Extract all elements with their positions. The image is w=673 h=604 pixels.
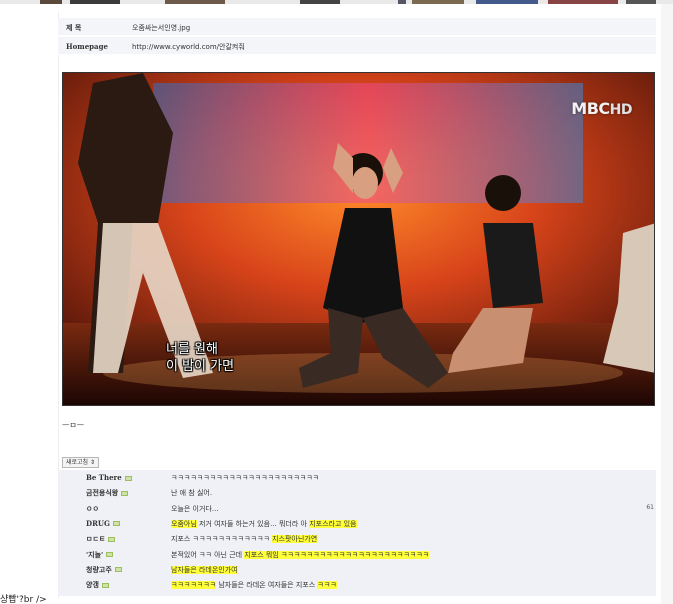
profile-icon[interactable] [114,567,122,573]
comment-row: 청량고주 남자들은 라데온인가여 [58,562,656,577]
comment-text: ㅋㅋㅋㅋㅋㅋㅋ 남자들은 라데온 여자들은 지포스 ㅋㅋㅋ [171,580,337,590]
comment-author[interactable]: 청량고주 [86,565,122,575]
comment-author-name: Be There [86,473,122,482]
comment-text-segment: 난 애 참 싫어. [171,489,213,498]
comment-author-name: ㅇㅇ [86,504,99,513]
comment-text: 남자들은 라데온인가여 [171,565,238,575]
homepage-link[interactable]: http://www.cyworld.com/안갈켜줘 [132,42,245,52]
highlighted-text: ㅋㅋㅋㅋㅋㅋㅋ [171,581,217,590]
comment-author-name: ㅁㄷㅌ [86,535,106,544]
highlighted-text: 남자들은 라데온인가여 [171,565,238,574]
profile-icon[interactable] [121,490,129,496]
comment-text: ㅋㅋㅋㅋㅋㅋㅋㅋㅋㅋㅋㅋㅋㅋㅋㅋㅋㅋㅋㅋㅋㅋㅋ [171,473,319,483]
profile-icon[interactable] [112,521,120,527]
comment-row: ㅇㅇ 오늘은 이거다... 61 [58,501,656,516]
subtitle-line-2: 이 밤이 가면 [166,359,235,374]
comment-author[interactable]: ㅇㅇ [86,504,99,514]
comment-text: 오줌아님 저거 여자들 하는거 있음... 뭐더라 아 지포스라고 있음 [171,519,357,529]
comment-author[interactable]: DRUG [86,519,120,528]
comment-list: Be There ㅋㅋㅋㅋㅋㅋㅋㅋㅋㅋㅋㅋㅋㅋㅋㅋㅋㅋㅋㅋㅋㅋㅋ 금전용식왕 난 애 … [58,470,656,596]
left-gutter [0,4,58,604]
post-caption: ㅡㅁㅡ [62,421,85,430]
comment-author[interactable]: 금전용식왕 [86,488,129,498]
comment-author[interactable]: ㅁㄷㅌ [86,534,116,544]
left-edge-text: 샹빱'?br /> [0,595,47,604]
homepage-row: Homepage http://www.cyworld.com/안갈켜줘 [58,37,656,55]
profile-icon[interactable] [124,475,132,481]
profile-icon[interactable] [106,552,114,557]
highlighted-text: 지포스 뭐임 ㅋㅋㅋㅋㅋㅋㅋㅋㅋㅋㅋㅋㅋㅋㅋㅋㅋㅋㅋㅋㅋㅋㅋ [244,550,430,559]
comment-author-name: 양갱 [86,581,99,590]
subtitle-line-1: 너를 원해 [166,342,218,357]
comment-text-segment: 본적있어 ㅋㅋ 아닌 근데 [171,550,245,559]
title-row: 제 목 오줌싸는서인영.jpg [58,18,656,36]
profile-icon[interactable] [108,536,116,542]
highlighted-text: 지포스라고 있음 [309,519,357,528]
comment-row: 양갱 ㅋㅋㅋㅋㅋㅋㅋ 남자들은 라데온 여자들은 지포스 ㅋㅋㅋ [58,577,656,592]
highlighted-text: 오줌아님 [171,519,197,528]
highlighted-text: 지스팟아닌가연 [272,535,318,544]
comment-text-segment: ㅋㅋㅋㅋㅋㅋㅋㅋㅋㅋㅋㅋㅋㅋㅋㅋㅋㅋㅋㅋㅋㅋㅋ [171,474,320,482]
comment-text: 난 애 참 싫어. [171,488,212,498]
comment-row: 금전용식왕 난 애 참 싫어. [58,485,656,500]
comment-text-segment: 지포스 ㅋㅋㅋㅋㅋㅋㅋㅋㅋㅋㅋㅋ [171,535,273,544]
profile-icon[interactable] [101,582,109,588]
comment-text: 지포스 ㅋㅋㅋㅋㅋㅋㅋㅋㅋㅋㅋㅋ 지스팟아닌가연 [171,534,318,544]
comment-text: 오늘은 이거다... [171,504,219,514]
comment-author-name: 청량고주 [86,565,112,574]
post-image: MBCHD 너를 원해 이 밤이 가면 [62,72,655,406]
comment-author-name: DRUG [86,518,110,528]
comment-row: DRUG 오줌아님 저거 여자들 하는거 있음... 뭐더라 아 지포스라고 있음 [58,516,656,531]
comment-author[interactable]: '지놀' [86,550,114,560]
logo-hd: HD [609,102,633,118]
title-value: 오줌싸는서인영.jpg [132,24,191,32]
comment-row: ㅁㄷㅌ 지포스 ㅋㅋㅋㅋㅋㅋㅋㅋㅋㅋㅋㅋ 지스팟아닌가연 [58,531,656,546]
comment-author[interactable]: Be There [86,473,132,482]
highlighted-text: ㅋㅋㅋ [317,581,337,590]
stage-photo [63,73,654,405]
title-label: 제 목 [66,23,82,32]
right-gutter [661,4,673,604]
video-subtitle: 너를 원해 이 밤이 가면 [166,341,234,375]
comment-author-name: '지놀' [86,550,104,559]
comment-author-name: 금전용식왕 [86,489,119,498]
comment-row: Be There ㅋㅋㅋㅋㅋㅋㅋㅋㅋㅋㅋㅋㅋㅋㅋㅋㅋㅋㅋㅋㅋㅋㅋ [58,470,656,485]
comment-number: 61 [646,503,654,511]
comment-text-segment: 남자들은 라데온 여자들은 지포스 [216,581,318,590]
comment-author[interactable]: 양갱 [86,580,109,590]
top-thumbnail-strip [0,0,673,4]
comment-text-segment: 오늘은 이거다... [171,504,219,513]
logo-mbc: MBC [571,99,610,118]
homepage-label: Homepage [66,42,108,51]
comment-row: '지놀' 본적있어 ㅋㅋ 아닌 근데 지포스 뭐임 ㅋㅋㅋㅋㅋㅋㅋㅋㅋㅋㅋㅋㅋㅋㅋ… [58,547,656,562]
comment-text: 본적있어 ㅋㅋ 아닌 근데 지포스 뭐임 ㅋㅋㅋㅋㅋㅋㅋㅋㅋㅋㅋㅋㅋㅋㅋㅋㅋㅋㅋ… [171,550,430,560]
broadcaster-logo: MBCHD [571,99,632,118]
comment-text-segment: 저거 여자들 하는거 있음... 뭐더라 아 [196,519,310,528]
refresh-button[interactable]: 새로고침 ⇕ [62,457,100,468]
